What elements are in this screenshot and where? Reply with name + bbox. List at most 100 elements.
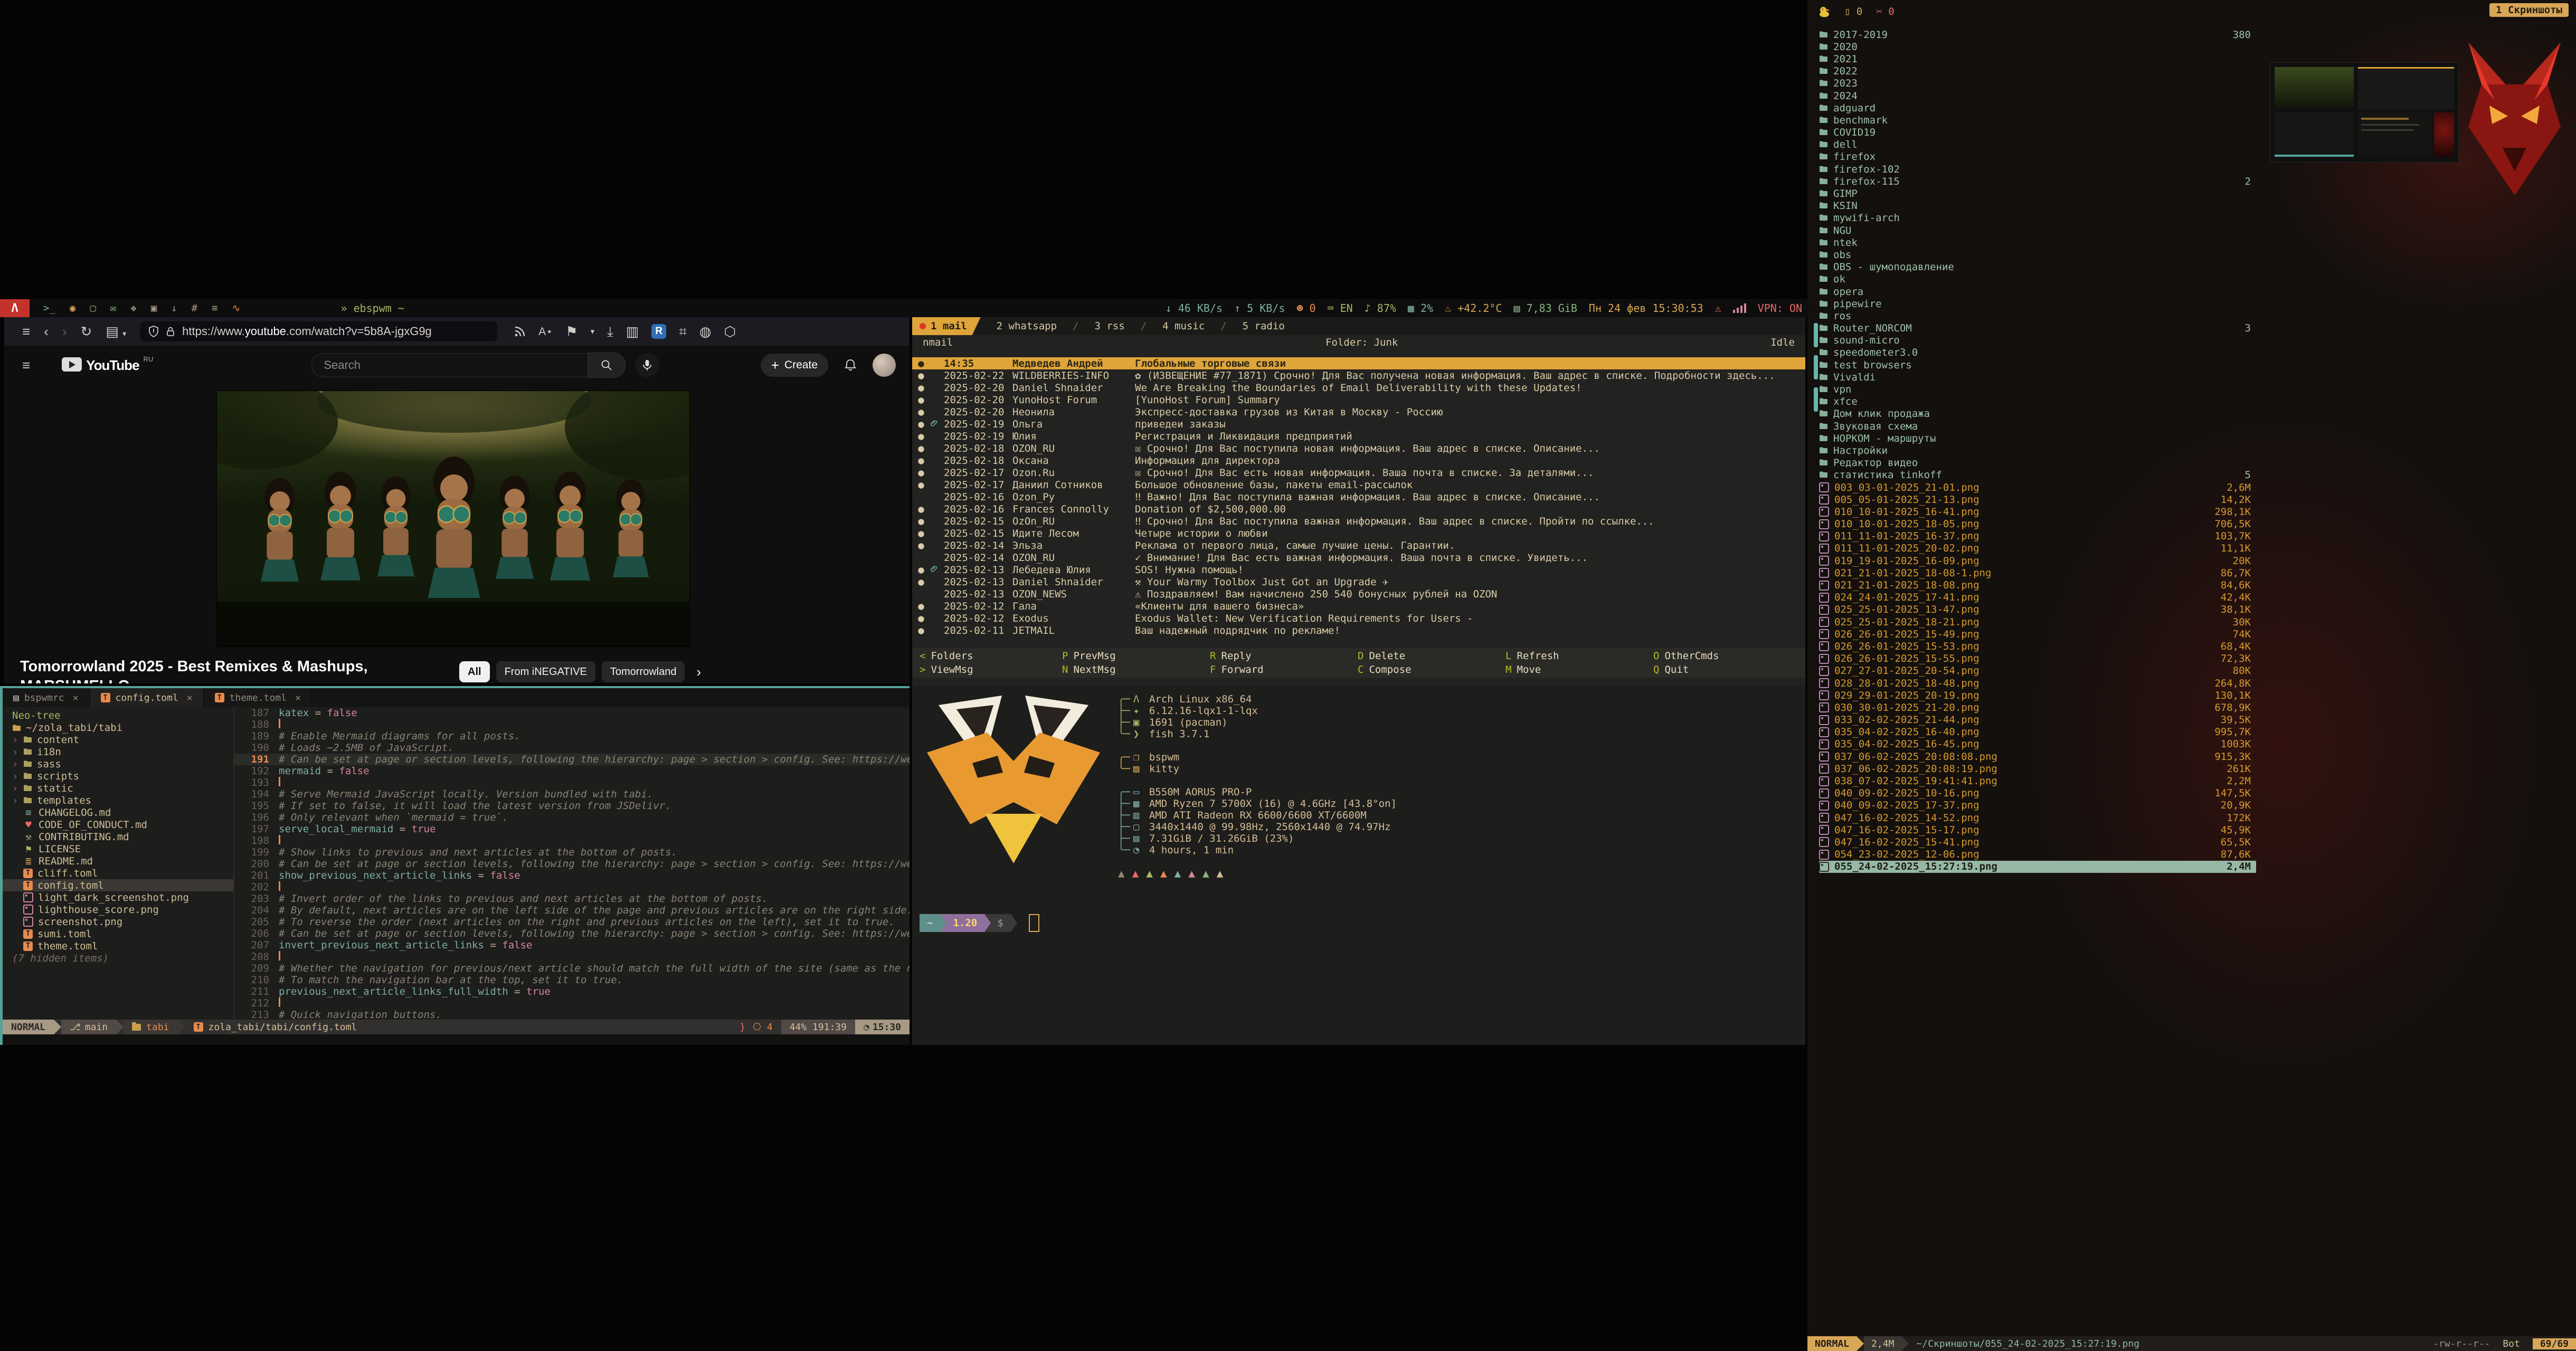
- mail-row[interactable]: ●2025-02-13Daniel Shnaider⚒ Your Warmy T…: [912, 576, 1805, 588]
- create-button[interactable]: +Create: [761, 354, 828, 377]
- mail-tab[interactable]: 4 music: [1162, 320, 1205, 332]
- workspace-icon-3[interactable]: ▢: [90, 302, 96, 314]
- tree-file-light_dark_screenshot.png[interactable]: light_dark_screenshot.png: [3, 891, 233, 903]
- code-line[interactable]: 213# Quick navigation buttons.: [234, 1009, 910, 1020]
- fm-dir-row[interactable]: OBS - шумоподавление: [1819, 261, 2256, 273]
- code-line[interactable]: 194# Serve Mermaid JavaScript locally. V…: [234, 788, 910, 800]
- tree-folder-sass[interactable]: ›sass: [3, 758, 233, 770]
- fm-file-row[interactable]: 033_02-02-2025_21-44.png39,5K: [1819, 714, 2256, 726]
- fm-dir-row[interactable]: opera: [1819, 286, 2256, 298]
- reload-icon[interactable]: ↻: [81, 325, 92, 338]
- mail-command[interactable]: DDelete: [1358, 650, 1505, 662]
- fm-dir-row[interactable]: firefox-102: [1819, 163, 2256, 175]
- extension-r-icon[interactable]: R: [651, 324, 666, 339]
- fm-dir-row[interactable]: firefox-1152: [1819, 175, 2256, 187]
- mail-row[interactable]: ●2025-02-15Идите ЛесомЧетыре истории о л…: [912, 527, 1805, 539]
- tree-file-README.md[interactable]: ≣README.md: [3, 855, 233, 867]
- mail-row[interactable]: ●2025-02-15OzOn_RU‼ Срочно! Для Вас пост…: [912, 515, 1805, 527]
- fm-file-row[interactable]: 010_10-01-2025_18-05.png706,5K: [1819, 518, 2256, 530]
- fm-file-row[interactable]: 021_21-01-2025_18-08-1.png86,7K: [1819, 567, 2256, 579]
- mail-row[interactable]: ●2025-02-20Daniel ShnaiderWe Are Breakin…: [912, 382, 1805, 394]
- filter-chip[interactable]: From iNEGATIVE: [496, 661, 595, 682]
- code-line[interactable]: 189# Enable Mermaid diagrams for all pos…: [234, 730, 910, 742]
- filter-chip[interactable]: All: [459, 661, 490, 682]
- url-bar[interactable]: https://www.youtube.com/watch?v=5b8A-jgx…: [140, 321, 497, 341]
- bookmark-icon[interactable]: ⚑: [565, 325, 577, 338]
- fm-dir-row[interactable]: 2022: [1819, 65, 2256, 78]
- fm-tab-badge[interactable]: 1 Скриншоты: [2489, 3, 2569, 17]
- tree-file-CONTRIBUTING.md[interactable]: ⚒CONTRIBUTING.md: [3, 831, 233, 843]
- mail-row[interactable]: 2025-02-13OZON_NEWS⚠ Поздравляем! Вам на…: [912, 588, 1805, 600]
- tree-file-cliff.toml[interactable]: Tcliff.toml: [3, 867, 233, 879]
- fm-dir-row[interactable]: Vivaldi: [1819, 371, 2256, 383]
- menu-icon[interactable]: ≡: [22, 325, 30, 338]
- mail-row[interactable]: 2025-02-14OZON_RU✓ Внимание! Для Вас ест…: [912, 551, 1805, 564]
- workspace-icon-8[interactable]: #: [192, 302, 197, 314]
- fm-file-row[interactable]: 024_24-01-2025_17-41.png42,4K: [1819, 592, 2256, 604]
- search-input[interactable]: Search: [311, 353, 588, 377]
- fm-dir-row[interactable]: adguard: [1819, 102, 2256, 114]
- mail-command[interactable]: QQuit: [1653, 664, 1805, 676]
- fm-file-row[interactable]: 040_09-02-2025_10-16.png147,5K: [1819, 787, 2256, 800]
- fm-dir-row[interactable]: NGU: [1819, 224, 2256, 236]
- tree-file-CHANGELOG.md[interactable]: ≡CHANGELOG.md: [3, 806, 233, 819]
- fm-dir-row[interactable]: sound-micro: [1819, 335, 2256, 347]
- forward-icon[interactable]: ›: [62, 325, 67, 338]
- mail-row[interactable]: ●2025-02-12Гала«Клиенты для вашего бизне…: [912, 600, 1805, 612]
- tree-file-LICENSE[interactable]: ⚑LICENSE: [3, 843, 233, 855]
- code-line[interactable]: 203# Invert order of the links to previo…: [234, 893, 910, 905]
- fm-dir-row[interactable]: статистика tinkoff5: [1819, 469, 2256, 481]
- editor-tab[interactable]: Tconfig.toml✕: [90, 688, 204, 707]
- fm-file-row[interactable]: 005_05-01-2025_21-13.png14,2K: [1819, 493, 2256, 506]
- tree-file-lighthouse_score.png[interactable]: lighthouse_score.png: [3, 903, 233, 916]
- tree-folder-static[interactable]: ›static: [3, 782, 233, 794]
- code-line[interactable]: 196# Only relevant when `mermaid = true`…: [234, 812, 910, 823]
- fm-dir-row[interactable]: xfce: [1819, 396, 2256, 408]
- fm-dir-row[interactable]: ok: [1819, 273, 2256, 286]
- mail-row[interactable]: ●2025-02-20НеонилаЭкспресс-доставка груз…: [912, 406, 1805, 418]
- mail-command[interactable]: >ViewMsg: [920, 664, 1062, 676]
- fm-file-row[interactable]: 037_06-02-2025_20:08:19.png261K: [1819, 763, 2256, 775]
- bookmarks-dropdown-icon[interactable]: ▾: [591, 328, 595, 336]
- fm-dir-row[interactable]: GIMP: [1819, 187, 2256, 199]
- tree-file-sumi.toml[interactable]: Tsumi.toml: [3, 928, 233, 940]
- filter-chip[interactable]: Tomorrowland: [602, 661, 685, 682]
- code-line[interactable]: 200# Can be set at page or section level…: [234, 858, 910, 870]
- shell-prompt[interactable]: ~ 1.20 $: [920, 914, 1039, 932]
- fm-dir-row[interactable]: 2024: [1819, 90, 2256, 102]
- tree-root[interactable]: ~/zola_tabi/tabi: [3, 721, 233, 734]
- fm-file-row[interactable]: 040_09-02-2025_17-37.png20,9K: [1819, 800, 2256, 812]
- workspace-icon-4[interactable]: ✉: [110, 302, 116, 314]
- tree-file-CODE_OF_CONDUCT.md[interactable]: ♥CODE_OF_CONDUCT.md: [3, 819, 233, 831]
- fm-dir-row[interactable]: Router_NORCOM3: [1819, 322, 2256, 335]
- code-line[interactable]: 202: [234, 881, 910, 893]
- notifications-bell-icon[interactable]: [844, 358, 857, 372]
- mail-command[interactable]: CCompose: [1358, 664, 1505, 676]
- fm-dir-row[interactable]: 2023: [1819, 78, 2256, 90]
- fm-file-row[interactable]: 047_16-02-2025_14-52.png172K: [1819, 812, 2256, 824]
- code-line[interactable]: 191# Can be set at page or section level…: [234, 754, 910, 765]
- fm-file-row[interactable]: 037_06-02-2025_20:08:08.png915,3K: [1819, 750, 2256, 763]
- code-line[interactable]: 210# To match the navigation bar at the …: [234, 974, 910, 986]
- youtube-logo[interactable]: YouTube RU: [62, 357, 153, 374]
- fm-file-row[interactable]: 035_04-02-2025_16-45.png1003K: [1819, 738, 2256, 750]
- tree-folder-content[interactable]: ›content: [3, 734, 233, 746]
- tree-file-theme.toml[interactable]: Ttheme.toml: [3, 940, 233, 952]
- fm-dir-row[interactable]: Дом клик продажа: [1819, 408, 2256, 420]
- mail-tab[interactable]: 2 whatsapp: [997, 320, 1057, 332]
- translate-icon[interactable]: A⋆: [538, 326, 553, 337]
- code-line[interactable]: 199# Show links to previous and next art…: [234, 846, 910, 858]
- mail-row[interactable]: ●2025-02-22WILDBERRIES-INFO✿ (ИЗВЕЩЕНИЕ …: [912, 369, 1805, 382]
- code-line[interactable]: 195# If set to false, it will load the l…: [234, 800, 910, 812]
- workspace-icon-10[interactable]: ∿: [232, 302, 241, 314]
- tree-folder-scripts[interactable]: ›scripts: [3, 770, 233, 782]
- back-icon[interactable]: ‹: [44, 325, 49, 338]
- mail-command[interactable]: <Folders: [920, 650, 1062, 662]
- mail-command[interactable]: OOtherCmds: [1653, 650, 1805, 662]
- fm-file-row[interactable]: 047_16-02-2025_15-17.png45,9K: [1819, 824, 2256, 836]
- code-line[interactable]: 205# To reverse the order (next articles…: [234, 916, 910, 928]
- extensions-puzzle-icon[interactable]: ⬡: [724, 325, 736, 338]
- fm-file-row[interactable]: 026_26-01-2025_15-49.png74K: [1819, 628, 2256, 640]
- fm-file-row[interactable]: 010_10-01-2025_16-41.png298,1K: [1819, 506, 2256, 518]
- mail-command[interactable]: PPrevMsg: [1062, 650, 1210, 662]
